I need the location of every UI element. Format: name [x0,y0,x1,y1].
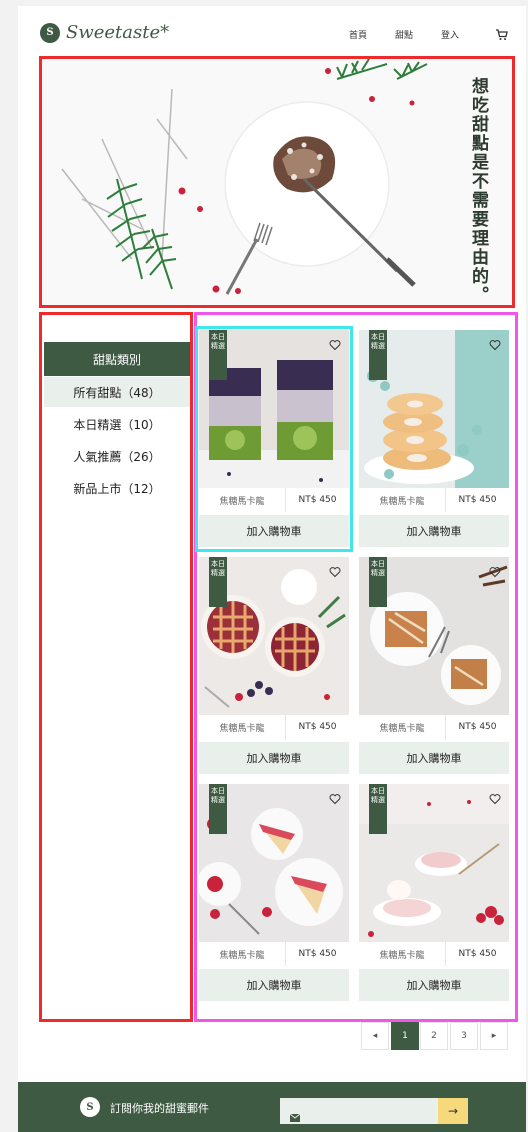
add-to-cart-button[interactable]: 加入購物車 [359,742,509,774]
pagination-next[interactable]: ▸ [480,1022,508,1050]
product-price: NT$ 450 [298,949,337,959]
category-title: 甜點類別 [44,342,190,376]
product-card[interactable]: 本日精選 焦糖馬卡龍 NT$ 450 加入購物車 [199,557,349,775]
category-popular[interactable]: 人氣推薦（26） [44,441,190,471]
product-name: 焦糖馬卡龍 [359,715,446,739]
heart-icon[interactable] [329,336,341,351]
badge-featured: 本日精選 [209,557,227,607]
product-name: 焦糖馬卡龍 [199,715,286,739]
heart-icon[interactable] [329,790,341,805]
nav-desserts[interactable]: 甜點 [395,28,413,41]
logo-text: Sweetaste* [66,22,170,43]
email-input[interactable] [306,1098,438,1126]
badge-featured: 本日精選 [209,784,227,834]
product-info: 焦糖馬卡龍 NT$ 450 [359,942,509,966]
category-all[interactable]: 所有甜點（48） [44,377,190,407]
add-to-cart-button[interactable]: 加入購物車 [199,515,349,547]
pagination-page-3[interactable]: 3 [450,1022,478,1050]
add-to-cart-button[interactable]: 加入購物車 [199,742,349,774]
pagination-prev[interactable]: ◂ [361,1022,389,1050]
page: S Sweetaste* 首頁 甜點 登入 想吃甜點是不需要理由的。 甜點類別 … [18,6,526,1132]
hero-slogan: 想吃甜點是不需要理由的。 [468,77,488,305]
product-price: NT$ 450 [298,495,337,505]
product-price: NT$ 450 [458,949,497,959]
add-to-cart-button[interactable]: 加入購物車 [359,515,509,547]
heart-icon[interactable] [329,563,341,578]
category-featured[interactable]: 本日精選（10） [44,409,190,439]
product-price: NT$ 450 [458,722,497,732]
nav-login[interactable]: 登入 [441,28,459,41]
mail-icon [289,1107,301,1126]
product-grid: 本日精選 焦糖馬卡龍 NT$ 450 加入購物車 本日精選 焦糖馬卡龍 NT$ … [194,312,518,1022]
product-price: NT$ 450 [458,495,497,505]
product-card[interactable]: 本日精選 焦糖馬卡龍 NT$ 450 加入購物車 [359,557,509,775]
add-to-cart-button[interactable]: 加入購物車 [359,969,509,1001]
heart-icon[interactable] [489,336,501,351]
add-to-cart-button[interactable]: 加入購物車 [199,969,349,1001]
product-card[interactable]: 本日精選 焦糖馬卡龍 NT$ 450 加入購物車 [195,326,353,552]
product-info: 焦糖馬卡龍 NT$ 450 [359,488,509,512]
product-name: 焦糖馬卡龍 [199,942,286,966]
subscribe-submit-button[interactable]: → [438,1098,468,1124]
logo-mark-icon: S [40,22,60,43]
badge-featured: 本日精選 [369,557,387,607]
badge-featured: 本日精選 [369,330,387,380]
category-new[interactable]: 新品上市（12） [44,473,190,503]
product-name: 焦糖馬卡龍 [199,488,286,512]
footer-logo-icon: S [80,1097,100,1117]
product-name: 焦糖馬卡龍 [359,488,446,512]
cart-icon[interactable] [496,26,508,45]
product-price: NT$ 450 [298,722,337,732]
category-sidebar: 甜點類別 所有甜點（48） 本日精選（10） 人氣推薦（26） 新品上市（12） [39,312,193,1022]
product-info: 焦糖馬卡龍 NT$ 450 [199,715,349,739]
email-field[interactable] [280,1098,438,1126]
footer: S 訂閱你我的甜蜜郵件 → [18,1082,526,1132]
nav-home[interactable]: 首頁 [349,28,367,41]
product-info: 焦糖馬卡龍 NT$ 450 [199,942,349,966]
badge-featured: 本日精選 [209,330,227,380]
product-info: 焦糖馬卡龍 NT$ 450 [199,488,349,512]
heart-icon[interactable] [489,790,501,805]
pagination-page-2[interactable]: 2 [420,1022,448,1050]
product-card[interactable]: 本日精選 焦糖馬卡龍 NT$ 450 加入購物車 [359,330,509,548]
subscribe-text: 訂閱你我的甜蜜郵件 [110,1102,209,1115]
badge-featured: 本日精選 [369,784,387,834]
product-card[interactable]: 本日精選 焦糖馬卡龍 NT$ 450 加入購物車 [199,784,349,1002]
hero-image [42,59,512,305]
hero-banner: 想吃甜點是不需要理由的。 [39,56,515,308]
heart-icon[interactable] [489,563,501,578]
logo[interactable]: S Sweetaste* [40,22,169,43]
product-name: 焦糖馬卡龍 [359,942,446,966]
product-info: 焦糖馬卡龍 NT$ 450 [359,715,509,739]
pagination-page-1[interactable]: 1 [391,1022,419,1050]
product-card[interactable]: 本日精選 焦糖馬卡龍 NT$ 450 加入購物車 [359,784,509,1002]
